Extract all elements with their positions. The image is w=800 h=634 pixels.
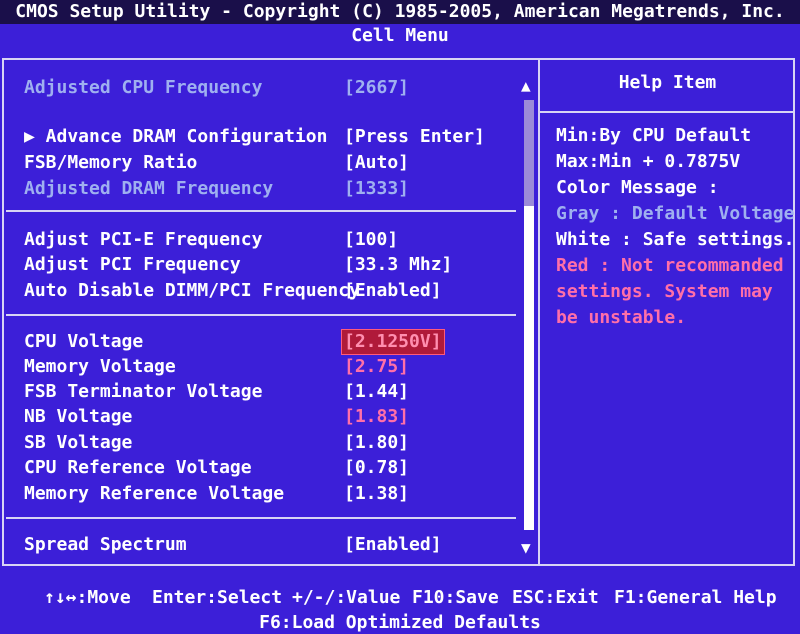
setting-label[interactable]: Memory Voltage [24,355,176,379]
help-line: settings. System may [556,281,773,302]
setting-value[interactable]: [Auto] [344,151,409,175]
help-line: Color Message : [556,177,719,198]
scrollbar-thumb[interactable] [524,100,534,206]
title-bar: CMOS Setup Utility - Copyright (C) 1985-… [0,0,800,24]
setting-value[interactable]: [0.78] [344,456,409,480]
help-line: Max:Min + 0.7875V [556,151,741,172]
setting-value[interactable]: [1.80] [344,431,409,455]
setting-value-selected[interactable]: [2.1250V] [341,329,445,355]
help-title-divider [540,111,795,113]
setting-value[interactable]: [1.83] [344,405,409,429]
setting-label[interactable]: FSB Terminator Voltage [24,380,262,404]
help-title: Help Item [618,72,717,93]
setting-value[interactable]: [1.44] [344,380,409,404]
footer-value-hint: +/-/:Value [292,587,401,608]
footer-load-defaults-hint: F6:Load Optimized Defaults [259,612,541,633]
setting-label[interactable]: FSB/Memory Ratio [24,151,197,175]
help-line: be unstable. [556,307,687,328]
setting-label: Adjusted DRAM Frequency [24,178,274,199]
setting-value[interactable]: [1.38] [344,482,409,506]
setting-label[interactable]: CPU Reference Voltage [24,456,252,480]
footer-select-hint: Enter:Select [152,587,283,608]
setting-label[interactable]: Memory Reference Voltage [24,482,284,506]
setting-value[interactable]: [2.75] [344,355,409,379]
setting-label[interactable]: Adjust PCI Frequency [24,253,241,277]
footer-save-hint: F10:Save [412,587,499,608]
scroll-down-icon[interactable]: ▼ [521,538,531,557]
setting-value[interactable]: [Enabled] [344,533,442,557]
setting-value[interactable]: [33.3 Mhz] [344,253,452,277]
setting-label[interactable]: ▶ Advance DRAM Configuration [24,125,327,149]
footer-move-hint: ↑↓↔:Move [44,587,131,608]
menu-title: Cell Menu [351,25,449,46]
setting-label[interactable]: Spread Spectrum [24,533,187,557]
setting-label: Adjusted CPU Frequency [24,77,263,98]
scroll-up-icon[interactable]: ▲ [521,76,531,95]
footer-exit-hint: ESC:Exit [512,587,599,608]
panel-divider [538,58,540,566]
footer-general-help-hint: F1:General Help [614,587,777,608]
section-divider [6,314,516,316]
help-line: Gray : Default Voltage [556,203,795,224]
setting-label[interactable]: Adjust PCI-E Frequency [24,228,262,252]
setting-value[interactable]: [Enabled] [344,279,442,303]
section-divider [6,210,516,212]
app-title: CMOS Setup Utility - Copyright (C) 1985-… [15,1,785,22]
setting-label[interactable]: NB Voltage [24,405,132,429]
setting-label[interactable]: CPU Voltage [24,330,143,354]
help-line: Red : Not recommanded [556,255,784,276]
setting-value[interactable]: [Press Enter] [344,125,485,149]
setting-label[interactable]: Auto Disable DIMM/PCI Frequency [24,279,360,303]
help-line: Min:By CPU Default [556,125,752,146]
setting-value[interactable]: [100] [344,228,398,252]
setting-label[interactable]: SB Voltage [24,431,132,455]
section-divider [6,517,516,519]
help-line: White : Safe settings. [556,229,795,250]
setting-value: [2667] [344,77,410,98]
setting-value: [1333] [344,178,410,199]
